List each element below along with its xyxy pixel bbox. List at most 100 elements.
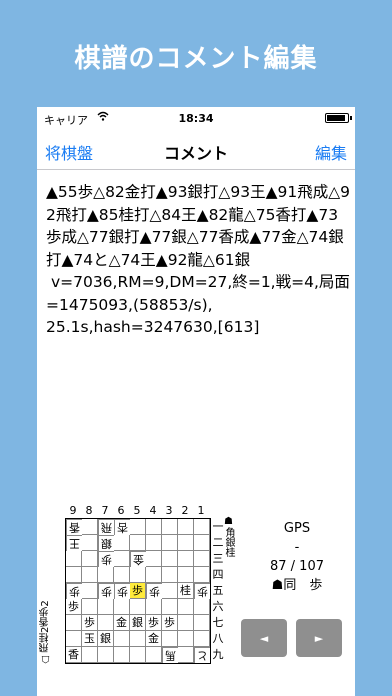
board-square[interactable] bbox=[194, 599, 210, 615]
board-square[interactable]: 歩 bbox=[194, 583, 210, 599]
board-square[interactable] bbox=[66, 551, 82, 567]
board-square[interactable]: 金 bbox=[114, 615, 130, 631]
board-square[interactable] bbox=[82, 567, 98, 583]
white-captured-pieces: ☖飛桂2香歩2 bbox=[40, 600, 51, 664]
board-square[interactable] bbox=[114, 599, 130, 615]
next-move-button[interactable]: ► bbox=[296, 619, 342, 657]
board-square[interactable] bbox=[162, 583, 178, 599]
board-square[interactable] bbox=[194, 615, 210, 631]
move-counter: 87 / 107 bbox=[270, 559, 324, 574]
board-square[interactable] bbox=[66, 615, 82, 631]
board-square[interactable] bbox=[82, 599, 98, 615]
board-square[interactable]: 飛 bbox=[98, 519, 114, 535]
board-square[interactable] bbox=[178, 535, 194, 551]
board-square[interactable] bbox=[194, 631, 210, 647]
board-square[interactable] bbox=[178, 599, 194, 615]
board-square[interactable] bbox=[82, 535, 98, 551]
board-square[interactable] bbox=[130, 647, 146, 663]
prev-move-button[interactable]: ◄ bbox=[241, 619, 287, 657]
board-square[interactable]: 歩 bbox=[114, 583, 130, 599]
board-square[interactable]: 歩 bbox=[162, 615, 178, 631]
board-square[interactable]: 歩 bbox=[98, 583, 114, 599]
board-square[interactable] bbox=[162, 551, 178, 567]
board-square[interactable] bbox=[178, 631, 194, 647]
shogi-board[interactable]: 香飛杏王銀歩金歩歩歩歩歩桂歩歩歩金銀歩歩玉銀金香馬と bbox=[65, 518, 211, 664]
file-label: 9 bbox=[69, 504, 77, 517]
board-square[interactable] bbox=[114, 535, 130, 551]
board-square[interactable] bbox=[178, 567, 194, 583]
board-square[interactable]: 歩 bbox=[146, 583, 162, 599]
board-square[interactable] bbox=[194, 567, 210, 583]
board-square[interactable]: 杏 bbox=[114, 519, 130, 535]
board-square[interactable] bbox=[178, 647, 194, 663]
board-square[interactable]: 銀 bbox=[98, 535, 114, 551]
board-square[interactable] bbox=[82, 583, 98, 599]
board-square[interactable] bbox=[162, 519, 178, 535]
phone-screen: キャリア 18:34 将棋盤 コメント 編集 ▲55歩△82金打▲93銀打△93… bbox=[37, 107, 355, 696]
board-square[interactable] bbox=[162, 535, 178, 551]
board-square[interactable] bbox=[194, 551, 210, 567]
board-square[interactable]: 歩 bbox=[98, 551, 114, 567]
board-square[interactable] bbox=[98, 647, 114, 663]
board-square[interactable] bbox=[162, 631, 178, 647]
board-square[interactable]: 銀 bbox=[130, 615, 146, 631]
board-square[interactable] bbox=[178, 615, 194, 631]
last-move: ☗同 歩 bbox=[271, 578, 323, 593]
board-square[interactable] bbox=[130, 535, 146, 551]
file-label: 4 bbox=[149, 504, 157, 517]
board-square[interactable] bbox=[98, 615, 114, 631]
board-square[interactable]: 歩 bbox=[82, 615, 98, 631]
board-square[interactable] bbox=[130, 567, 146, 583]
edit-button[interactable]: 編集 bbox=[315, 140, 347, 164]
board-square[interactable] bbox=[114, 631, 130, 647]
rank-label: 八 bbox=[212, 632, 224, 645]
board-square[interactable] bbox=[162, 599, 178, 615]
comment-text[interactable]: ▲55歩△82金打▲93銀打△93王▲91飛成△92飛打▲85桂打△84王▲82… bbox=[46, 181, 351, 339]
board-square[interactable]: 王 bbox=[66, 535, 82, 551]
board-square[interactable]: と bbox=[194, 647, 210, 663]
board-square[interactable]: 馬 bbox=[162, 647, 178, 663]
board-square[interactable]: 金 bbox=[146, 631, 162, 647]
board-square[interactable] bbox=[82, 551, 98, 567]
board-square[interactable] bbox=[66, 567, 82, 583]
board-square[interactable] bbox=[146, 519, 162, 535]
board-square[interactable] bbox=[114, 567, 130, 583]
board-square[interactable] bbox=[178, 551, 194, 567]
board-square[interactable] bbox=[146, 567, 162, 583]
board-square[interactable]: 歩 bbox=[66, 583, 82, 599]
board-square[interactable]: 香 bbox=[66, 519, 82, 535]
board-square[interactable]: 金 bbox=[130, 551, 146, 567]
board-square[interactable] bbox=[194, 519, 210, 535]
board-square[interactable] bbox=[130, 519, 146, 535]
board-square[interactable]: 歩 bbox=[146, 615, 162, 631]
board-square[interactable] bbox=[146, 599, 162, 615]
board-square[interactable] bbox=[146, 647, 162, 663]
info-separator: - bbox=[294, 540, 300, 555]
board-square[interactable] bbox=[130, 599, 146, 615]
board-square[interactable] bbox=[66, 631, 82, 647]
board-square[interactable] bbox=[114, 551, 130, 567]
board-square[interactable]: 歩 bbox=[66, 599, 82, 615]
board-square[interactable] bbox=[130, 631, 146, 647]
board-square[interactable]: 銀 bbox=[98, 631, 114, 647]
file-label: 8 bbox=[85, 504, 93, 517]
navigation-bar: 将棋盤 コメント 編集 bbox=[37, 129, 355, 170]
board-square[interactable]: 香 bbox=[66, 647, 82, 663]
engine-name: GPS bbox=[283, 521, 311, 536]
board-square[interactable] bbox=[162, 567, 178, 583]
board-square[interactable]: 桂 bbox=[178, 583, 194, 599]
board-square[interactable] bbox=[98, 567, 114, 583]
board-square[interactable]: 歩 bbox=[130, 583, 146, 599]
shogi-board-area: ☖飛桂2香歩2 987654321 香飛杏王銀歩金歩歩歩歩歩桂歩歩歩金銀歩歩玉銀… bbox=[37, 502, 355, 696]
board-square[interactable] bbox=[82, 519, 98, 535]
page-title: コメント bbox=[163, 144, 228, 163]
board-square[interactable]: 玉 bbox=[82, 631, 98, 647]
board-square[interactable] bbox=[146, 551, 162, 567]
file-label: 3 bbox=[165, 504, 173, 517]
board-square[interactable] bbox=[194, 535, 210, 551]
board-square[interactable] bbox=[146, 535, 162, 551]
board-square[interactable] bbox=[82, 647, 98, 663]
board-square[interactable] bbox=[98, 599, 114, 615]
board-square[interactable] bbox=[114, 647, 130, 663]
board-square[interactable] bbox=[178, 519, 194, 535]
